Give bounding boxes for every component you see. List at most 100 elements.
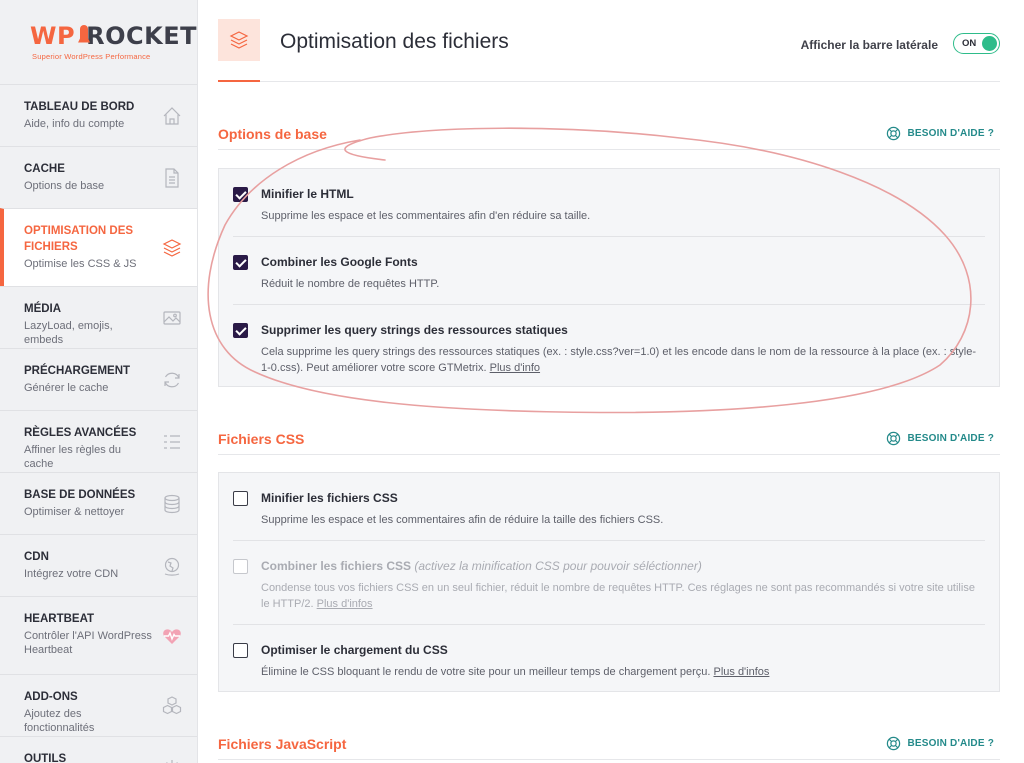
checkbox-remove-query-strings[interactable] — [233, 323, 248, 338]
option-desc: Cela supprime les query strings des ress… — [261, 344, 985, 376]
help-link-text: BESOIN D'AIDE ? — [907, 128, 994, 139]
option-desc: Supprime les espace et les commentaires … — [261, 210, 591, 222]
heartbeat-icon — [161, 625, 183, 647]
sidebar-item-title: CDN — [24, 551, 49, 563]
lifebuoy-icon — [886, 431, 900, 446]
rocket-icon — [77, 24, 89, 47]
option-combine-google-fonts: Combiner les Google Fonts Réduit le nomb… — [233, 237, 985, 305]
title-underline — [218, 80, 260, 82]
checkbox-combine-css[interactable] — [233, 559, 248, 574]
logo-rocket-text: ROCKET — [86, 21, 197, 50]
sidebar-item-title: ADD-ONS — [24, 691, 78, 703]
sidebar-toggle-label: Afficher la barre latérale — [800, 38, 938, 52]
sidebar-item-optimisation-des-fichiers[interactable]: OPTIMISATION DES FICHIERS Optimise les C… — [0, 208, 197, 286]
option-label: Minifier le HTML — [261, 187, 354, 201]
option-label: Optimiser le chargement du CSS — [261, 643, 448, 657]
sidebar-item-desc: Affiner les règles du cache — [24, 444, 122, 470]
option-label: Combiner les Google Fonts — [261, 255, 418, 269]
section-header-basic: Options de base BESOIN D'AIDE ? — [218, 122, 1000, 150]
section-title: Fichiers CSS — [218, 431, 305, 447]
sidebar-item-desc: Ajoutez des fonctionnalités — [24, 708, 95, 734]
sidebar-item-desc: Aide, info du compte — [24, 118, 125, 130]
more-info-link[interactable]: Plus d'infos — [317, 598, 373, 610]
cubes-icon — [161, 695, 183, 717]
checkbox-optimize-css-delivery[interactable] — [233, 643, 248, 658]
checkbox-combine-google-fonts[interactable] — [233, 255, 248, 270]
sidebar-item-heartbeat[interactable]: HEARTBEAT Contrôler l'API WordPress Hear… — [0, 596, 197, 674]
toggle-knob — [982, 36, 997, 51]
section-title: Fichiers JavaScript — [218, 736, 347, 752]
sidebar-item-regles-avancees[interactable]: RÈGLES AVANCÉES Affiner les règles du ca… — [0, 410, 197, 472]
sidebar-item-title: OPTIMISATION DES FICHIERS — [24, 225, 134, 253]
toggle-state-text: ON — [962, 38, 977, 49]
sidebar-item-desc: Intégrez votre CDN — [24, 568, 119, 580]
sidebar-item-title: BASE DE DONNÉES — [24, 489, 136, 501]
option-desc-text: Élimine le CSS bloquant le rendu de votr… — [261, 666, 711, 678]
checkbox-minify-html[interactable] — [233, 187, 248, 202]
sidebar-item-cdn[interactable]: CDN Intégrez votre CDN — [0, 534, 197, 596]
help-link-text: BESOIN D'AIDE ? — [907, 738, 994, 749]
option-desc: Élimine le CSS bloquant le rendu de votr… — [261, 664, 985, 680]
option-label-text: Combiner les fichiers CSS — [261, 559, 412, 573]
lifebuoy-icon — [886, 736, 900, 751]
sidebar-toggle[interactable]: ON — [953, 33, 1000, 54]
sidebar-item-title: RÈGLES AVANCÉES — [24, 427, 137, 439]
sidebar-item-desc: Optimiser & nettoyer — [24, 506, 125, 518]
page-header: Optimisation des fichiers Afficher la ba… — [218, 0, 1000, 82]
layers-icon — [161, 237, 183, 259]
more-info-link[interactable]: Plus d'info — [490, 362, 540, 374]
sidebar-item-title: HEARTBEAT — [24, 613, 95, 625]
sidebar-item-desc: LazyLoad, emojis, embeds — [24, 320, 113, 346]
option-minify-html: Minifier le HTML Supprime les espace et … — [233, 169, 985, 237]
database-icon — [161, 493, 183, 515]
option-desc: Réduit le nombre de requêtes HTTP. — [261, 278, 440, 290]
sidebar-item-media[interactable]: MÉDIA LazyLoad, emojis, embeds — [0, 286, 197, 348]
layers-icon — [218, 19, 260, 61]
sidebar-item-title: TABLEAU DE BORD — [24, 101, 135, 113]
list-icon — [161, 431, 183, 453]
help-link[interactable]: BESOIN D'AIDE ? — [886, 736, 995, 751]
page-title: Optimisation des fichiers — [280, 30, 509, 53]
option-desc-text: Cela supprime les query strings des ress… — [261, 346, 977, 374]
option-optimize-css-delivery: Optimiser le chargement du CSS Élimine l… — [233, 625, 985, 691]
sidebar-item-base-de-donnees[interactable]: BASE DE DONNÉES Optimiser & nettoyer — [0, 472, 197, 534]
sidebar-item-prechargement[interactable]: PRÉCHARGEMENT Générer le cache — [0, 348, 197, 410]
help-link[interactable]: BESOIN D'AIDE ? — [886, 431, 995, 446]
options-panel-basic: Minifier le HTML Supprime les espace et … — [218, 168, 1000, 387]
help-link[interactable]: BESOIN D'AIDE ? — [886, 126, 995, 141]
sidebar-item-add-ons[interactable]: ADD-ONS Ajoutez des fonctionnalités — [0, 674, 197, 736]
option-label: Supprimer les query strings des ressourc… — [261, 323, 568, 337]
checkbox-minify-css[interactable] — [233, 491, 248, 506]
section-header-css: Fichiers CSS BESOIN D'AIDE ? — [218, 427, 1000, 455]
logo-wp-text: WP — [30, 21, 76, 50]
section-title: Options de base — [218, 126, 327, 142]
tools-icon — [161, 757, 183, 763]
sidebar-item-cache[interactable]: CACHE Options de base — [0, 146, 197, 208]
refresh-icon — [161, 369, 183, 391]
option-note: (activez la minification CSS pour pouvoi… — [414, 559, 702, 573]
file-icon — [161, 167, 183, 189]
sidebar-item-outils[interactable]: OUTILS — [0, 736, 197, 763]
sidebar-item-desc: Options de base — [24, 180, 105, 192]
image-icon — [161, 307, 183, 329]
home-icon — [161, 105, 183, 127]
wp-rocket-logo[interactable]: WP ROCKET Superior WordPress Performance — [0, 0, 197, 84]
option-desc: Condense tous vos fichiers CSS en un seu… — [261, 580, 985, 612]
options-panel-css: Minifier les fichiers CSS Supprime les e… — [218, 472, 1000, 692]
lifebuoy-icon — [886, 126, 900, 141]
sidebar-item-tableau-de-bord[interactable]: TABLEAU DE BORD Aide, info du compte — [0, 84, 197, 146]
sidebar-item-title: PRÉCHARGEMENT — [24, 365, 131, 377]
sidebar-item-title: OUTILS — [24, 753, 67, 763]
sidebar: WP ROCKET Superior WordPress Performance… — [0, 0, 198, 763]
sidebar-item-title: MÉDIA — [24, 303, 62, 315]
sidebar-item-title: CACHE — [24, 163, 65, 175]
globe-icon — [161, 555, 183, 577]
option-label: Minifier les fichiers CSS — [261, 491, 398, 505]
more-info-link[interactable]: Plus d'infos — [713, 666, 769, 678]
option-minify-css: Minifier les fichiers CSS Supprime les e… — [233, 473, 985, 541]
help-link-text: BESOIN D'AIDE ? — [907, 433, 994, 444]
sidebar-item-desc: Optimise les CSS & JS — [24, 258, 137, 270]
section-header-js: Fichiers JavaScript BESOIN D'AIDE ? — [218, 732, 1000, 760]
sidebar-item-desc: Contrôler l'API WordPress Heartbeat — [24, 630, 152, 656]
main-content: Optimisation des fichiers Afficher la ba… — [218, 0, 1000, 763]
